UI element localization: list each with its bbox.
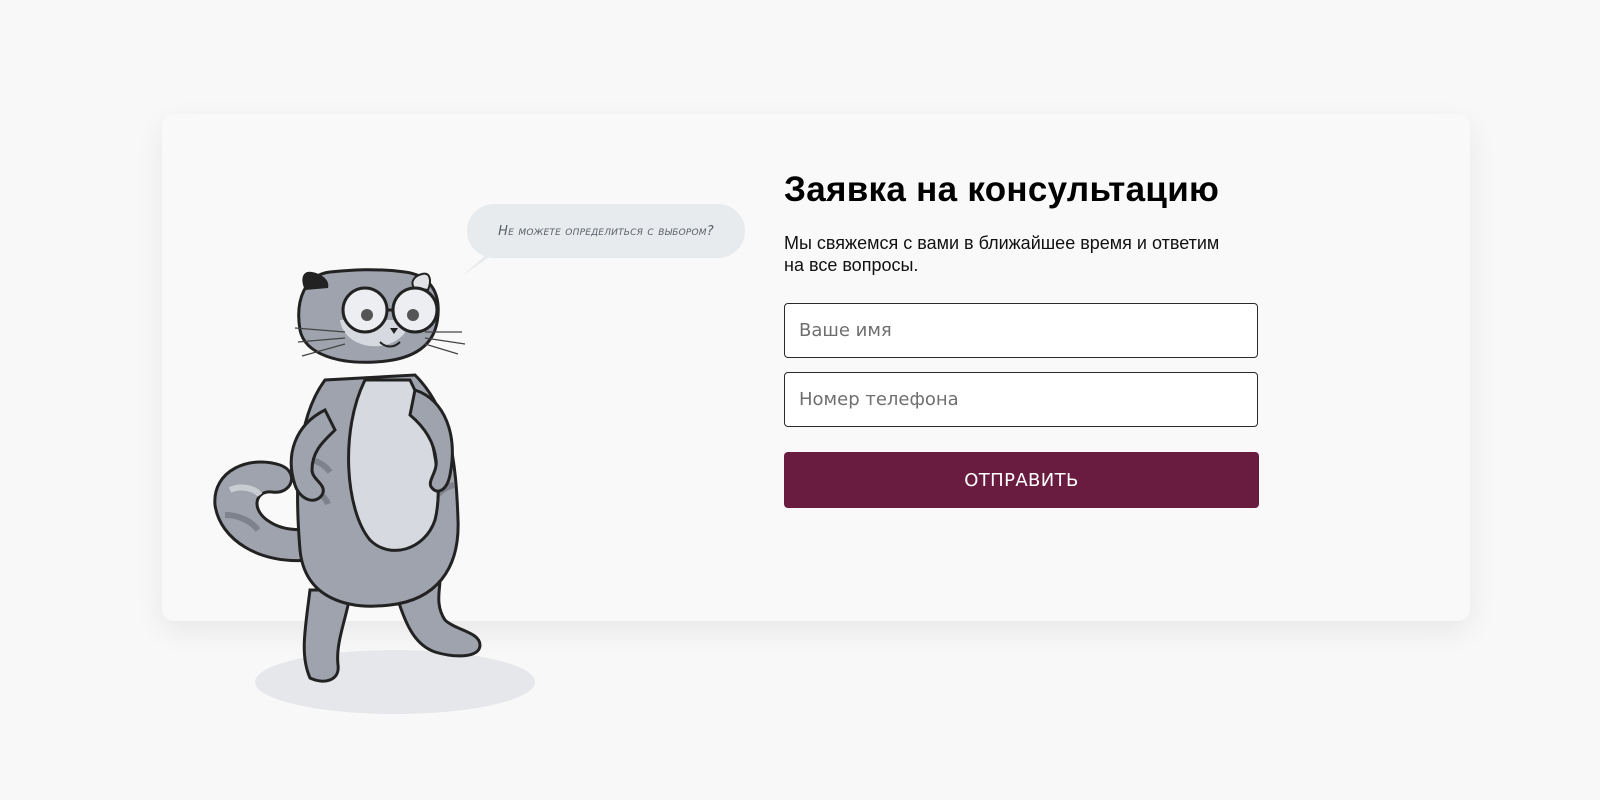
speech-bubble: Не можете определиться с выбором?: [467, 204, 745, 258]
submit-button[interactable]: ОТПРАВИТЬ: [784, 452, 1259, 508]
form-subtitle: Мы свяжемся с вами в ближайшее время и о…: [784, 233, 1220, 275]
cat-mascot-illustration: [213, 268, 535, 714]
form-title: Заявка на консультацию: [784, 170, 1220, 209]
phone-input[interactable]: [784, 372, 1258, 427]
name-input[interactable]: [784, 303, 1258, 358]
